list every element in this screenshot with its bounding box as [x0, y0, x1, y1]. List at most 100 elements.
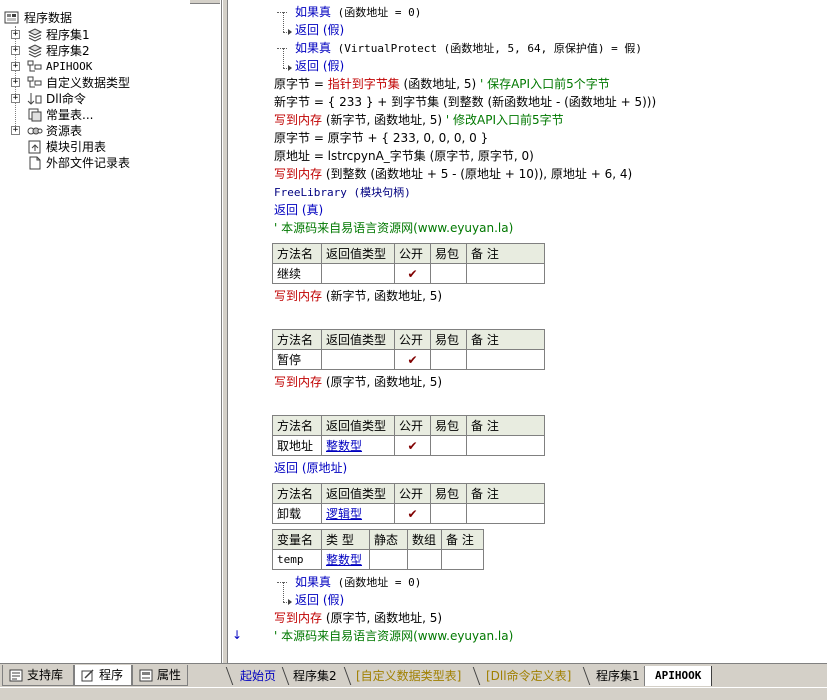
code-line[interactable]: 新字节 = { 233 } + 到字节集 (到整数 (新函数地址 - (函数地址…: [274, 94, 656, 111]
tab-properties[interactable]: 属性: [132, 665, 188, 686]
expand-plus-icon[interactable]: +: [11, 94, 20, 103]
code-line[interactable]: 返回 (原地址): [274, 460, 347, 477]
code-line[interactable]: ' 本源码来自易语言资源网(www.eyuyan.la): [274, 220, 513, 237]
easy-cell[interactable]: [430, 503, 467, 524]
library-icon: [9, 669, 23, 682]
command: 写到内存: [274, 289, 323, 303]
variable-name-cell[interactable]: temp: [272, 549, 322, 570]
easy-cell[interactable]: [430, 263, 467, 284]
code-text: 原字节 =: [274, 77, 328, 91]
tree-item-apihook[interactable]: + APIHOOK: [0, 59, 220, 75]
tree-item-constants[interactable]: 常量表...: [0, 107, 220, 123]
code-line[interactable]: 写到内存 (新字节, 函数地址, 5): [274, 288, 442, 305]
header-cell: 易包: [430, 329, 467, 350]
code-line[interactable]: 原地址 = lstrcpynA_字节集 (原字节, 原字节, 0): [274, 148, 534, 165]
constant-icon: [28, 108, 42, 122]
expand-plus-icon[interactable]: +: [11, 30, 20, 39]
header-cell: 方法名: [272, 243, 322, 264]
code-text: (新字节, 函数地址, 5): [322, 289, 443, 303]
method-name-cell[interactable]: 取地址: [272, 435, 322, 456]
return-type-cell[interactable]: 整数型: [321, 435, 395, 456]
tab-custom-types[interactable]: [自定义数据类型表]: [346, 666, 471, 686]
tree-item-label: 程序集1: [46, 28, 90, 42]
method-name-cell[interactable]: 暂停: [272, 349, 322, 370]
public-check-icon[interactable]: ✔: [394, 435, 431, 456]
return-type-cell[interactable]: 逻辑型: [321, 503, 395, 524]
tab-dll-commands[interactable]: [Dll命令定义表]: [476, 666, 581, 686]
easy-cell[interactable]: [430, 349, 467, 370]
note-cell[interactable]: [466, 503, 545, 524]
tree-item-label: Dll命令: [46, 92, 86, 106]
method-table[interactable]: 方法名 返回值类型 公开 易包 备 注 继续 ✔: [272, 243, 545, 284]
code-line[interactable]: 写到内存 (原字节, 函数地址, 5): [274, 610, 442, 627]
command: 写到内存: [274, 113, 323, 127]
public-check-icon[interactable]: ✔: [394, 503, 431, 524]
resource-icon: [27, 127, 43, 135]
project-tree-panel[interactable]: 程序数据 + 程序集1 + 程序集2 + APIHOOK + 自定义数据类型 +…: [0, 0, 222, 663]
note-cell[interactable]: [466, 349, 545, 370]
public-check-icon[interactable]: ✔: [394, 349, 431, 370]
tree-item-program-set-2[interactable]: + 程序集2: [0, 43, 220, 59]
header-cell: 返回值类型: [321, 329, 395, 350]
variable-table[interactable]: 变量名 类 型 静态 数组 备 注 temp 整数型: [272, 529, 484, 570]
tab-program[interactable]: 程序: [74, 665, 132, 686]
array-cell[interactable]: [407, 549, 442, 570]
expand-plus-icon[interactable]: +: [11, 46, 20, 55]
code-line[interactable]: 如果真 (VirtualProtect (函数地址, 5, 64, 原保护值) …: [295, 40, 642, 57]
code-line[interactable]: 返回 (假): [295, 22, 344, 39]
tree-item-external-files[interactable]: 外部文件记录表: [0, 155, 220, 171]
static-cell[interactable]: [369, 549, 408, 570]
tab-label: 属性: [157, 668, 182, 682]
code-line[interactable]: 写到内存 (原字节, 函数地址, 5): [274, 374, 442, 391]
flow-line: [277, 582, 287, 583]
return-type-cell[interactable]: [321, 263, 395, 284]
variable-type-cell[interactable]: 整数型: [321, 549, 370, 570]
return-type-cell[interactable]: [321, 349, 395, 370]
code-line[interactable]: 如果真 (函数地址 = 0): [295, 4, 421, 21]
method-table[interactable]: 方法名 返回值类型 公开 易包 备 注 取地址 整数型 ✔: [272, 415, 545, 456]
tab-label: 支持库: [27, 668, 64, 682]
code-line[interactable]: 原字节 = 原字节 + { 233, 0, 0, 0, 0 }: [274, 130, 488, 147]
public-check-icon[interactable]: ✔: [394, 263, 431, 284]
easy-cell[interactable]: [430, 435, 467, 456]
tree-item-label: 常量表...: [46, 108, 94, 122]
method-name-cell[interactable]: 继续: [272, 263, 322, 284]
note-cell[interactable]: [466, 435, 545, 456]
code-line[interactable]: 如果真 (函数地址 = 0): [295, 574, 421, 591]
code-line[interactable]: 写到内存 (到整数 (函数地址 + 5 - (原地址 + 10)), 原地址 +…: [274, 166, 632, 183]
code-editor[interactable]: 如果真 (函数地址 = 0) 返回 (假) 如果真 (VirtualProtec…: [228, 0, 827, 663]
flow-arrow-icon: [288, 29, 292, 35]
note-cell[interactable]: [441, 549, 484, 570]
tree-scrollbar[interactable]: [190, 0, 220, 4]
code-line[interactable]: 返回 (假): [295, 592, 344, 609]
tab-support-library[interactable]: 支持库: [2, 665, 74, 686]
code-line[interactable]: 返回 (假): [295, 58, 344, 75]
method-table[interactable]: 方法名 返回值类型 公开 易包 备 注 暂停 ✔: [272, 329, 545, 370]
code-line[interactable]: 返回 (真): [274, 202, 323, 219]
header-cell: 方法名: [272, 415, 322, 436]
command: 写到内存: [274, 611, 323, 625]
expand-plus-icon[interactable]: +: [11, 126, 20, 135]
code-line[interactable]: 写到内存 (新字节, 函数地址, 5) ' 修改API入口前5字节: [274, 112, 564, 129]
expand-plus-icon[interactable]: +: [11, 78, 20, 87]
tab-apihook[interactable]: APIHOOK: [644, 666, 713, 686]
expand-plus-icon[interactable]: +: [11, 62, 20, 71]
code-line[interactable]: ' 本源码来自易语言资源网(www.eyuyan.la): [274, 628, 513, 645]
code-line[interactable]: 原字节 = 指针到字节集 (函数地址, 5) ' 保存API入口前5个字节: [274, 76, 610, 93]
method-name-cell[interactable]: 卸载: [272, 503, 322, 524]
status-bar: [0, 687, 827, 700]
code-line[interactable]: FreeLibrary (模块句柄): [274, 184, 411, 201]
method-table[interactable]: 方法名 返回值类型 公开 易包 备 注 卸载 逻辑型 ✔: [272, 483, 545, 524]
command: 写到内存: [274, 375, 323, 389]
tree-item-custom-types[interactable]: + 自定义数据类型: [0, 75, 220, 91]
program-icon: [81, 669, 94, 682]
tree-item-module-refs[interactable]: 模块引用表: [0, 139, 220, 155]
header-cell: 方法名: [272, 483, 322, 504]
tree-item-label: 外部文件记录表: [46, 156, 131, 170]
keyword: 如果真: [295, 575, 332, 589]
header-cell: 数组: [407, 529, 442, 550]
tree-item-program-set-1[interactable]: + 程序集1: [0, 27, 220, 43]
tree-item-dll-commands[interactable]: + Dll命令: [0, 91, 220, 107]
note-cell[interactable]: [466, 263, 545, 284]
tree-item-resources[interactable]: + 资源表: [0, 123, 220, 139]
